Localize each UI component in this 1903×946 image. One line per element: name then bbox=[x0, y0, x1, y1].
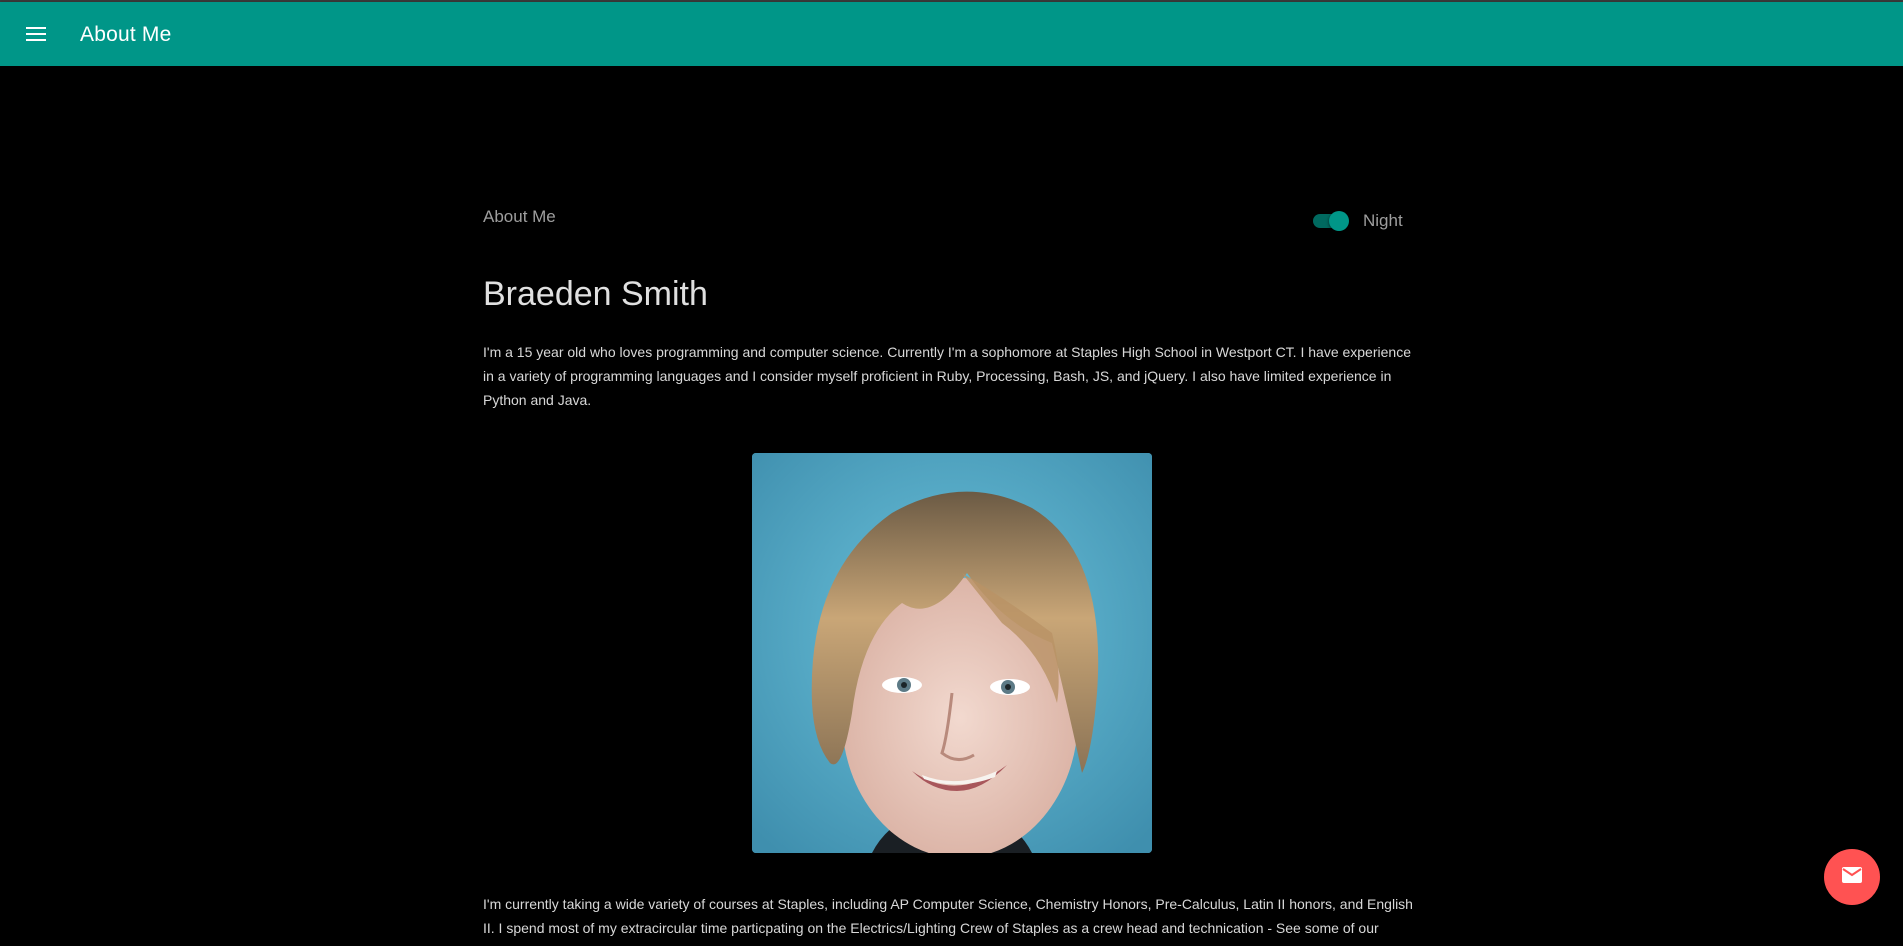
profile-name: Braeden Smith bbox=[483, 275, 708, 313]
intro-paragraph: I'm a 15 year old who loves programming … bbox=[483, 344, 1411, 408]
night-mode-toggle[interactable]: Night bbox=[1313, 209, 1403, 233]
courses-paragraph: I'm currently taking a wide variety of c… bbox=[483, 896, 1413, 936]
switch-track[interactable] bbox=[1313, 211, 1349, 231]
night-label: Night bbox=[1363, 211, 1403, 230]
menu-button[interactable] bbox=[16, 14, 56, 54]
profile-photo bbox=[752, 453, 1152, 853]
section-label: About Me bbox=[483, 207, 556, 226]
app-bar: About Me bbox=[0, 2, 1903, 66]
menu-icon bbox=[26, 27, 46, 41]
app-title: About Me bbox=[80, 23, 172, 46]
contact-mail-button[interactable] bbox=[1824, 849, 1880, 905]
switch-thumb[interactable] bbox=[1329, 211, 1349, 231]
mail-icon bbox=[1842, 866, 1862, 888]
